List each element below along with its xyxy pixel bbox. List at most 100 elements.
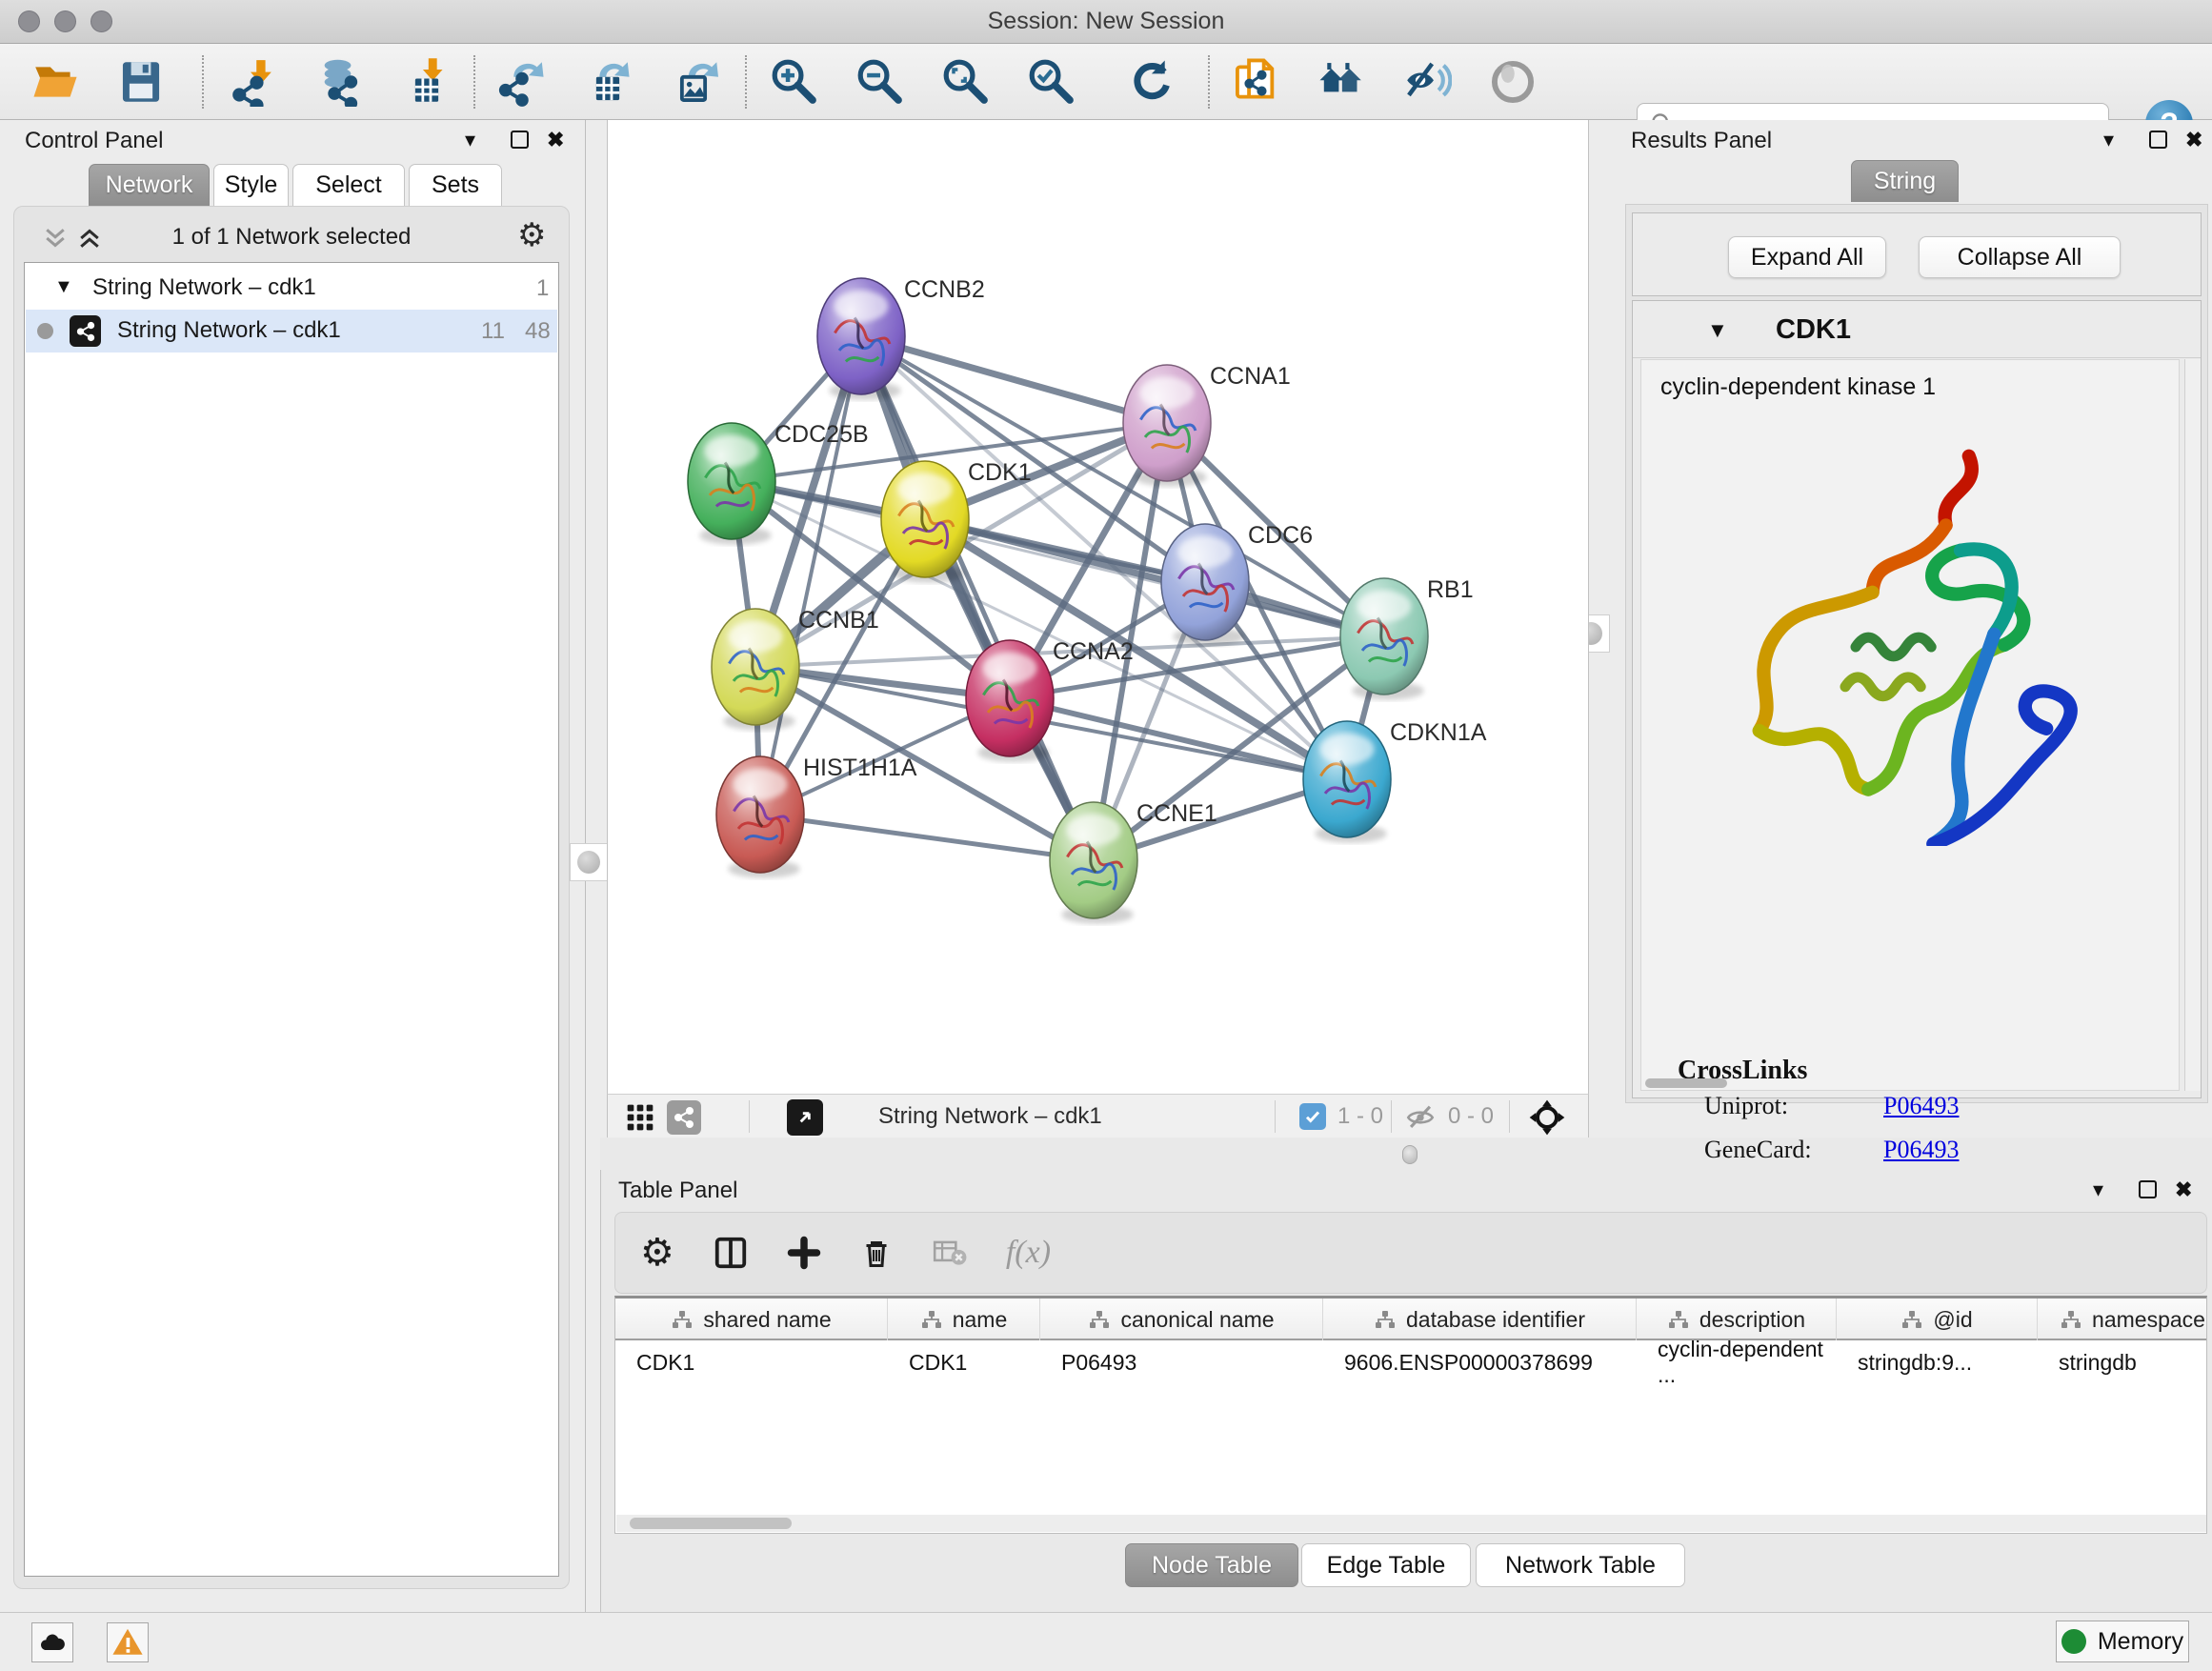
expand-all-button[interactable]: Expand All [1728, 236, 1886, 278]
node-label-CCNB2: CCNB2 [904, 276, 985, 303]
tab-select[interactable]: Select [292, 164, 405, 206]
splitter-grip-dot[interactable] [1402, 1145, 1418, 1164]
network-collection-row[interactable]: ▼ String Network – cdk1 1 [26, 267, 557, 310]
card-hscroll-thumb[interactable] [1645, 1078, 1727, 1088]
node-CCNA2[interactable]: CCNA2 [966, 638, 1134, 762]
home-icon[interactable] [1315, 55, 1368, 109]
zoom-in-icon[interactable] [768, 55, 821, 109]
column-header-label: name [953, 1307, 1008, 1333]
tab-node-table[interactable]: Node Table [1125, 1543, 1298, 1587]
gear-icon[interactable]: ⚙ [517, 216, 546, 254]
node-CCNE1[interactable]: CCNE1 [1050, 800, 1217, 924]
collapse-panel-icon[interactable]: ▾ [2103, 128, 2114, 152]
collapse-panel-icon[interactable]: ▾ [2093, 1178, 2103, 1202]
presentation-icon[interactable] [1486, 55, 1539, 109]
column-header--id[interactable]: @id [1837, 1299, 2038, 1340]
table-cell[interactable]: CDK1 [888, 1342, 1040, 1382]
tab-string[interactable]: String [1851, 160, 1959, 202]
tab-sets[interactable]: Sets [409, 164, 502, 206]
network-share-icon[interactable] [667, 1100, 701, 1135]
open-session-icon[interactable] [29, 55, 82, 109]
birdseye-view-icon[interactable] [787, 1099, 823, 1136]
delete-column-icon[interactable] [859, 1236, 894, 1270]
collapse-panel-icon[interactable]: ▾ [465, 128, 475, 152]
tab-network-table[interactable]: Network Table [1476, 1543, 1685, 1587]
fit-content-crosshair-icon[interactable] [1528, 1098, 1566, 1137]
node-CCNB2[interactable]: CCNB2 [817, 276, 985, 400]
tab-style[interactable]: Style [213, 164, 289, 206]
card-vscrollbar[interactable] [2184, 359, 2201, 1091]
edge-CDK1-RB1[interactable] [925, 519, 1384, 636]
network-canvas[interactable]: CCNB2CCNA1CDC25BCDK1CDC6RB1CCNB1CCNA2CDK… [607, 120, 1589, 1094]
tab-edge-table[interactable]: Edge Table [1301, 1543, 1471, 1587]
cloud-status-button[interactable] [31, 1622, 73, 1662]
node-label-CDC25B: CDC25B [774, 421, 869, 448]
left-splitter-grip[interactable] [570, 843, 608, 881]
close-panel-icon[interactable]: ✖ [547, 128, 564, 152]
import-network-file-icon[interactable] [229, 55, 282, 109]
table-hscrollbar[interactable] [616, 1515, 2207, 1532]
column-header-database-identifier[interactable]: database identifier [1323, 1299, 1637, 1340]
column-header-shared-name[interactable]: shared name [615, 1299, 888, 1340]
node-RB1[interactable]: RB1 [1340, 576, 1474, 700]
table-hscroll-thumb[interactable] [630, 1518, 792, 1529]
node-label-RB1: RB1 [1427, 576, 1474, 603]
zoom-selected-icon[interactable] [1025, 55, 1078, 109]
float-panel-icon[interactable] [511, 131, 529, 149]
node-CDC25B[interactable]: CDC25B [688, 421, 869, 545]
table-cell[interactable]: stringdb [2038, 1342, 2207, 1382]
warnings-button[interactable] [107, 1622, 149, 1662]
zoom-fit-icon[interactable] [939, 55, 993, 109]
hidden-eye-icon[interactable] [1404, 1101, 1437, 1134]
add-column-icon[interactable] [787, 1236, 821, 1270]
column-header-canonical-name[interactable]: canonical name [1040, 1299, 1323, 1340]
tree-expander-icon[interactable]: ▼ [54, 276, 73, 298]
column-header-description[interactable]: description [1637, 1299, 1837, 1340]
crosslink-link[interactable]: P06493 [1883, 1092, 1959, 1120]
refresh-icon[interactable] [1124, 55, 1177, 109]
selected-checkbox-icon[interactable] [1299, 1103, 1326, 1130]
close-panel-icon[interactable]: ✖ [2185, 128, 2202, 152]
column-header-namespace[interactable]: namespace [2038, 1299, 2207, 1340]
zoom-out-icon[interactable] [854, 55, 907, 109]
main-toolbar: ? [0, 44, 2212, 120]
table-cell[interactable]: stringdb:9... [1837, 1342, 2038, 1382]
node-CCNA1[interactable]: CCNA1 [1123, 363, 1291, 487]
save-session-icon[interactable] [114, 55, 168, 109]
float-panel-icon[interactable] [2149, 131, 2167, 149]
memory-label: Memory [2098, 1628, 2183, 1656]
collapse-entry-icon[interactable]: ▼ [1707, 318, 1728, 343]
node-CCNB1[interactable]: CCNB1 [712, 607, 879, 731]
node-table[interactable]: shared name name canonical namedatabase id… [614, 1296, 2207, 1534]
select-columns-icon[interactable] [713, 1235, 749, 1271]
gene-result-card: ▼ CDK1 cyclin-dependent kinase 1 [1632, 300, 2202, 1098]
column-header-name[interactable]: name [888, 1299, 1040, 1340]
network-row[interactable]: String Network – cdk1 11 48 [26, 310, 557, 352]
tab-network[interactable]: Network [89, 164, 210, 206]
table-cell[interactable]: CDK1 [615, 1342, 888, 1382]
import-table-icon[interactable] [400, 55, 453, 109]
node-CDKN1A[interactable]: CDKN1A [1303, 719, 1487, 843]
crosslink-link[interactable]: P06493 [1883, 1136, 1959, 1164]
hide-panel-icon[interactable] [1400, 55, 1454, 109]
gene-card-header[interactable]: ▼ CDK1 [1633, 301, 2201, 358]
delete-table-icon [932, 1235, 968, 1271]
memory-button[interactable]: Memory [2056, 1621, 2189, 1662]
collapse-all-button[interactable]: Collapse All [1919, 236, 2121, 278]
import-network-database-icon[interactable] [314, 55, 368, 109]
gear-icon[interactable]: ⚙ [640, 1231, 674, 1275]
export-image-icon[interactable] [667, 55, 720, 109]
node-HIST1H1A[interactable]: HIST1H1A [716, 755, 917, 878]
export-table-icon[interactable] [581, 55, 634, 109]
grid-view-icon[interactable] [625, 1102, 655, 1133]
edge-CCNB2-HIST1H1A[interactable] [760, 336, 861, 815]
table-cell[interactable]: P06493 [1040, 1342, 1323, 1382]
export-network-icon[interactable] [495, 55, 549, 109]
close-panel-icon[interactable]: ✖ [2175, 1178, 2192, 1202]
float-panel-icon[interactable] [2139, 1180, 2157, 1198]
table-row[interactable]: CDK1CDK1P064939606.ENSP00000378699cyclin… [615, 1342, 2207, 1382]
table-cell[interactable]: cyclin-dependent ... [1637, 1342, 1837, 1382]
edge-HIST1H1A-CCNE1[interactable] [760, 815, 1094, 860]
table-cell[interactable]: 9606.ENSP00000378699 [1323, 1342, 1637, 1382]
clone-network-icon[interactable] [1229, 55, 1282, 109]
